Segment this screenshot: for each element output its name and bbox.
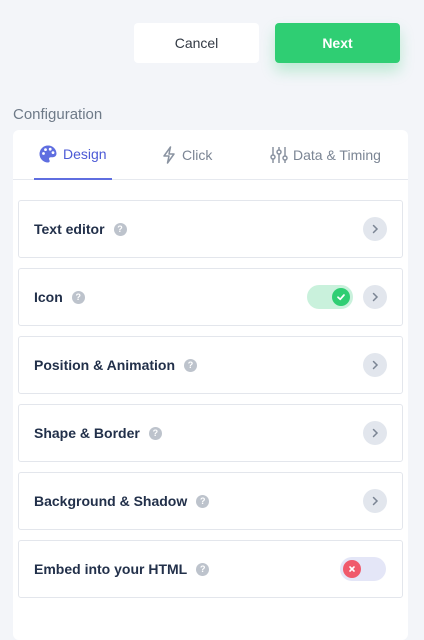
row-label: Icon [34, 289, 63, 305]
row-label: Shape & Border [34, 425, 140, 441]
row-background-shadow[interactable]: Background & Shadow ? [18, 472, 403, 530]
chevron-right-icon[interactable] [363, 217, 387, 241]
tab-design-label: Design [63, 146, 107, 162]
row-icon[interactable]: Icon ? [18, 268, 403, 326]
row-label: Text editor [34, 221, 105, 237]
row-label-wrapper: Icon ? [34, 269, 85, 325]
chevron-right-icon[interactable] [363, 421, 387, 445]
embed-toggle[interactable] [340, 557, 386, 581]
icon-toggle[interactable] [307, 285, 353, 309]
row-label-wrapper: Embed into your HTML ? [34, 541, 210, 597]
palette-icon [38, 144, 58, 164]
row-embed-html[interactable]: Embed into your HTML ? [18, 540, 403, 598]
row-shape-border[interactable]: Shape & Border ? [18, 404, 403, 462]
row-label-wrapper: Shape & Border ? [34, 405, 162, 461]
help-icon[interactable]: ? [184, 358, 198, 372]
row-label: Position & Animation [34, 357, 176, 373]
row-label-wrapper: Position & Animation ? [34, 337, 198, 393]
tab-click[interactable]: Click [161, 130, 212, 180]
help-icon[interactable]: ? [148, 426, 162, 440]
row-position-animation[interactable]: Position & Animation ? [18, 336, 403, 394]
chevron-right-icon[interactable] [363, 489, 387, 513]
lightning-icon [161, 146, 177, 164]
top-bar: Cancel Next [0, 0, 424, 90]
sliders-icon [270, 146, 288, 164]
help-icon[interactable]: ? [71, 290, 85, 304]
close-icon [343, 560, 361, 578]
help-icon[interactable]: ? [196, 562, 210, 576]
next-button[interactable]: Next [275, 23, 400, 63]
help-icon[interactable]: ? [196, 494, 210, 508]
section-title: Configuration [13, 106, 103, 123]
row-label: Embed into your HTML [34, 561, 188, 577]
tab-data-timing-label: Data & Timing [293, 147, 381, 163]
row-label: Background & Shadow [34, 493, 188, 509]
row-label-wrapper: Background & Shadow ? [34, 473, 210, 529]
cancel-button[interactable]: Cancel [134, 23, 259, 63]
help-icon[interactable]: ? [113, 222, 127, 236]
chevron-right-icon[interactable] [363, 353, 387, 377]
tab-design[interactable]: Design [34, 130, 112, 180]
row-label-wrapper: Text editor ? [34, 201, 127, 257]
tab-data-timing[interactable]: Data & Timing [270, 130, 381, 180]
configuration-panel: Design Click Data & Timing Text editor ?… [13, 130, 408, 640]
chevron-right-icon[interactable] [363, 285, 387, 309]
row-text-editor[interactable]: Text editor ? [18, 200, 403, 258]
tab-bar: Design Click Data & Timing [13, 130, 408, 180]
check-icon [332, 288, 350, 306]
tab-click-label: Click [182, 147, 213, 163]
